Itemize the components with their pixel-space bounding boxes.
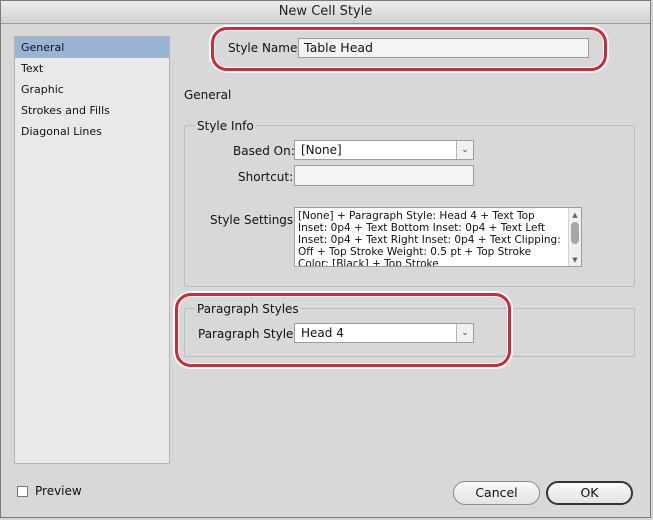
preview-checkbox[interactable] [17, 486, 28, 497]
shortcut-label: Shortcut: [238, 170, 294, 184]
style-name-input[interactable]: Table Head [298, 38, 589, 58]
style-settings-text[interactable]: [None] + Paragraph Style: Head 4 + Text … [294, 207, 582, 267]
sidebar-item-strokes-and-fills[interactable]: Strokes and Fills [15, 100, 169, 121]
based-on-select[interactable]: [None] ⌄ [294, 140, 474, 160]
sidebar-item-general[interactable]: General [15, 37, 169, 58]
sidebar-item-graphic[interactable]: Graphic [15, 79, 169, 100]
section-title: General [184, 88, 232, 102]
style-name-label: Style Name: [228, 41, 302, 55]
cancel-button[interactable]: Cancel [453, 481, 540, 505]
paragraph-style-label: Paragraph Style: [198, 327, 298, 341]
sidebar-item-text[interactable]: Text [15, 58, 169, 79]
scroll-thumb[interactable] [571, 222, 579, 244]
shortcut-input[interactable] [294, 165, 474, 186]
preview-label[interactable]: Preview [35, 484, 82, 498]
based-on-value: [None] [301, 143, 342, 157]
paragraph-styles-title: Paragraph Styles [195, 302, 301, 316]
chevron-down-icon: ⌄ [456, 324, 473, 342]
paragraph-style-value: Head 4 [301, 326, 344, 340]
new-cell-style-dialog: New Cell Style General Text Graphic Stro… [0, 0, 651, 518]
style-settings-content: [None] + Paragraph Style: Head 4 + Text … [298, 210, 561, 267]
sidebar: General Text Graphic Strokes and Fills D… [14, 36, 170, 464]
scroll-down-icon[interactable]: ▼ [569, 254, 581, 266]
style-settings-scrollbar[interactable]: ▲ ▼ [568, 208, 581, 266]
ok-button[interactable]: OK [546, 481, 633, 505]
style-info-title: Style Info [195, 119, 256, 133]
based-on-label: Based On: [233, 144, 295, 158]
paragraph-style-select[interactable]: Head 4 ⌄ [294, 323, 474, 343]
scroll-up-icon[interactable]: ▲ [569, 209, 581, 221]
sidebar-item-diagonal-lines[interactable]: Diagonal Lines [15, 121, 169, 142]
chevron-down-icon: ⌄ [456, 141, 473, 159]
window-title: New Cell Style [1, 1, 650, 24]
style-settings-label: Style Settings: [210, 213, 298, 227]
